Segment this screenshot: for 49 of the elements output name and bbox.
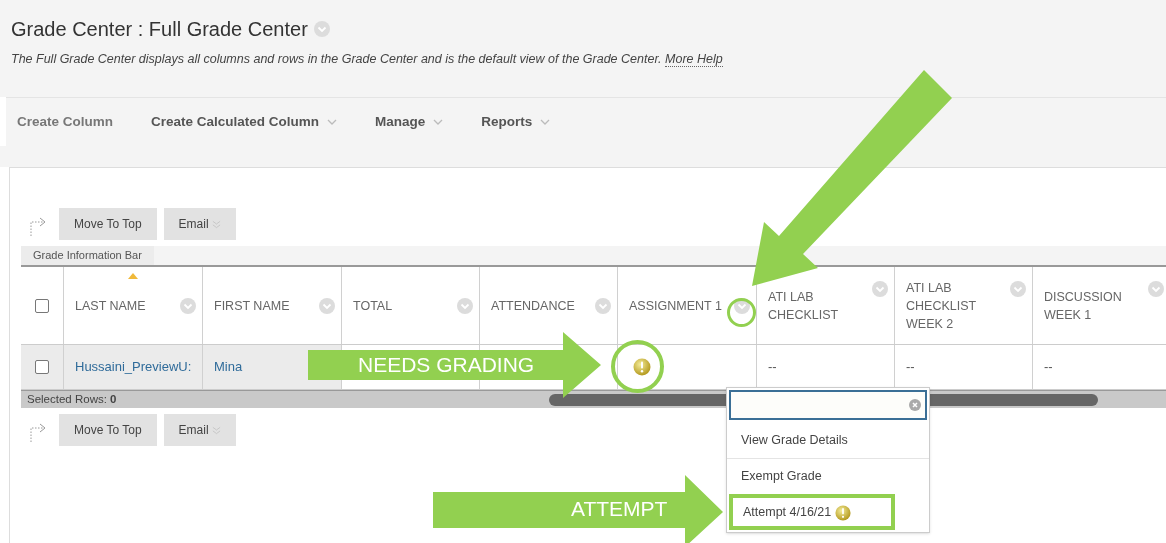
column-header[interactable]: LAST NAME [63,267,202,344]
column-header[interactable]: FIRST NAME [202,267,341,344]
action-menu-button[interactable]: Manage [375,111,444,133]
search-field[interactable] [729,390,927,420]
more-help-link[interactable]: More Help [665,52,723,67]
chevron-icon[interactable] [595,297,611,314]
checkbox[interactable] [35,298,49,313]
column-header[interactable]: DISCUSSION WEEK 1 [1032,267,1166,344]
menu-item[interactable]: Attempt 4/16/21 [729,494,895,530]
toolbar-button[interactable]: Email [163,414,236,446]
info-bar-label: Grade Information Bar [21,246,154,265]
grade-value: -- [906,358,915,377]
action-menu-button[interactable]: Create Calculated Column [151,111,338,133]
column-header[interactable]: TOTAL [341,267,479,344]
toolbar-button[interactable]: Email [163,208,236,240]
chevron-icon[interactable] [1148,281,1164,297]
student-name-link[interactable]: Mina [214,357,243,377]
clear-icon[interactable] [909,399,921,411]
chevron-icon[interactable] [872,281,888,297]
checkbox[interactable] [35,360,49,374]
page-title: Grade Center : Full Grade Center [11,17,308,42]
chevron-icon[interactable] [1010,281,1026,297]
column-label: LAST NAME [75,297,147,315]
column-label: ATTENDANCE [491,297,576,315]
menu-item[interactable]: View Grade Details [727,422,929,458]
page-description: The Full Grade Center displays all columns and rows in the Grade Center and is the default view of the Grade Center. More Help [11,51,724,69]
column-label: ASSIGNMENT 1 [629,297,723,315]
alert-icon [633,358,651,376]
chevron-icon[interactable] [457,297,473,314]
grade-value: -- [768,358,777,377]
chevron-icon[interactable] [180,297,196,314]
chevron-icon[interactable] [319,297,335,314]
title-menu-icon[interactable] [313,21,330,37]
column-label: TOTAL [353,297,394,315]
column-label: FIRST NAME [214,297,291,315]
attempt-callout: ATTEMPT [433,475,723,543]
toolbar-button[interactable]: Move To Top [59,208,157,240]
column-label: ATI LAB CHECKLIST [768,288,840,324]
grade-value: -- [1044,358,1053,377]
selected-rows-label: Selected Rows: 0 [26,391,117,407]
column-label: ATI LAB CHECKLIST WEEK 2 [906,279,977,333]
column-header[interactable]: ATI LAB CHECKLIST WEEK 2 [894,267,1032,344]
alert-icon [835,504,852,521]
menu-item[interactable]: Exempt Grade [727,458,929,494]
action-menu-button[interactable]: Create Column [17,111,114,133]
action-menu-button[interactable]: Reports [481,111,551,133]
needs-grading-callout: NEEDS GRADING [308,332,601,398]
toolbar-button[interactable]: Move To Top [59,414,157,446]
column-label: DISCUSSION WEEK 1 [1044,288,1123,324]
